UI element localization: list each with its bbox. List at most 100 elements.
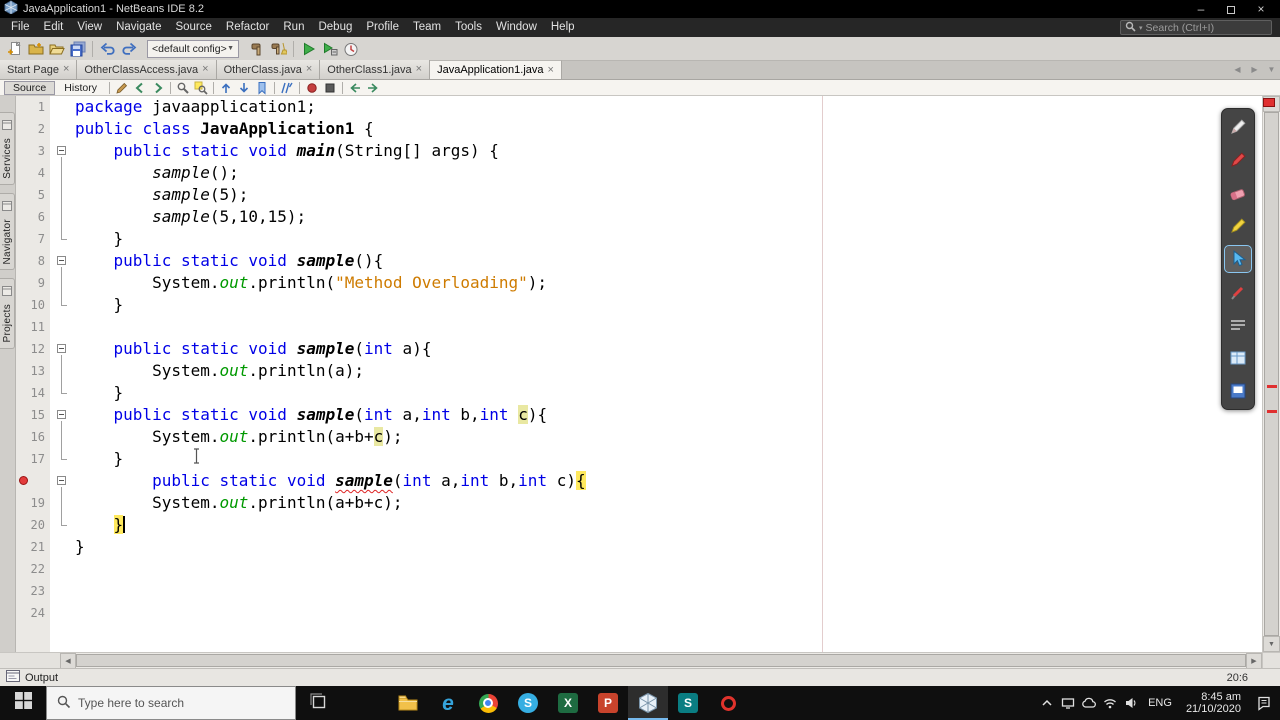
quick-search-box[interactable]: ▾ Search (Ctrl+I) bbox=[1120, 20, 1272, 35]
clean-build-button[interactable] bbox=[268, 39, 289, 59]
horizontal-scrollbar[interactable]: ◀ ▶ bbox=[0, 652, 1280, 669]
scrollbar-thumb[interactable] bbox=[1264, 112, 1279, 636]
fold-marker[interactable] bbox=[50, 404, 75, 426]
menu-refactor[interactable]: Refactor bbox=[219, 18, 276, 37]
sidebar-item-navigator[interactable]: Navigator bbox=[0, 192, 15, 271]
scroll-down-button[interactable]: ▼ bbox=[1263, 636, 1280, 652]
tab-otherclass1-java[interactable]: OtherClass1.java × bbox=[320, 60, 431, 79]
scrollbar-track[interactable] bbox=[1263, 112, 1280, 636]
close-tab-icon[interactable]: × bbox=[416, 64, 422, 75]
fold-marker[interactable] bbox=[50, 338, 75, 360]
macro-start-button[interactable] bbox=[303, 81, 321, 95]
new-file-button[interactable] bbox=[4, 39, 25, 59]
save-all-button[interactable] bbox=[67, 39, 88, 59]
menu-source[interactable]: Source bbox=[168, 18, 218, 37]
scroll-right-button[interactable]: ▶ bbox=[1246, 653, 1262, 669]
menu-tools[interactable]: Tools bbox=[448, 18, 489, 37]
undo-button[interactable] bbox=[97, 39, 118, 59]
redo-button[interactable] bbox=[118, 39, 139, 59]
task-view-button[interactable] bbox=[296, 686, 340, 720]
code-line-4[interactable]: 4 sample(); bbox=[16, 162, 1262, 184]
close-tab-icon[interactable]: × bbox=[63, 64, 69, 75]
menu-view[interactable]: View bbox=[70, 18, 109, 37]
menu-edit[interactable]: Edit bbox=[37, 18, 71, 37]
code-line-12[interactable]: 12 public static void sample(int a){ bbox=[16, 338, 1262, 360]
code-line-1[interactable]: 1 package javaapplication1; bbox=[16, 96, 1262, 118]
back-button[interactable] bbox=[131, 81, 149, 95]
code-line-16[interactable]: 16 System.out.println(a+b+c); bbox=[16, 426, 1262, 448]
fold-marker[interactable] bbox=[50, 470, 75, 492]
draw-tool-button[interactable] bbox=[1225, 114, 1251, 140]
shift-left-button[interactable] bbox=[346, 81, 364, 95]
sidebar-item-projects[interactable]: Projects bbox=[0, 278, 15, 349]
code-line-10[interactable]: 10 } bbox=[16, 294, 1262, 316]
taskbar-app-excel[interactable]: X bbox=[548, 686, 588, 720]
taskbar-app-netbeans[interactable] bbox=[628, 686, 668, 720]
pen-red-tool-button[interactable] bbox=[1225, 147, 1251, 173]
taskbar-app-edge[interactable]: e bbox=[428, 686, 468, 720]
close-button[interactable]: × bbox=[1246, 0, 1276, 18]
output-label[interactable]: Output bbox=[25, 672, 58, 684]
menu-profile[interactable]: Profile bbox=[359, 18, 406, 37]
code-line-6[interactable]: 6 sample(5,10,15); bbox=[16, 206, 1262, 228]
scroll-tabs-right-button[interactable]: ▶ bbox=[1246, 65, 1263, 74]
history-view-button[interactable]: History bbox=[55, 81, 106, 95]
code-line-17[interactable]: 17 } bbox=[16, 448, 1262, 470]
start-button[interactable] bbox=[0, 686, 46, 720]
code-line-20[interactable]: 20 } bbox=[16, 514, 1262, 536]
tab-list-dropdown-button[interactable]: ▼ bbox=[1263, 65, 1280, 74]
highlight-button[interactable] bbox=[192, 81, 210, 95]
display-tray-icon[interactable] bbox=[1057, 696, 1078, 710]
profile-button[interactable] bbox=[340, 39, 361, 59]
code-line-11[interactable]: 11 bbox=[16, 316, 1262, 338]
shift-right-button[interactable] bbox=[364, 81, 382, 95]
code-line-19[interactable]: 19 System.out.println(a+b+c); bbox=[16, 492, 1262, 514]
code-line-18[interactable]: public static void sample(int a,int b,in… bbox=[16, 470, 1262, 492]
eraser-tool-button[interactable] bbox=[1225, 180, 1251, 206]
code-line-5[interactable]: 5 sample(5); bbox=[16, 184, 1262, 206]
minimize-button[interactable]: – bbox=[1186, 0, 1216, 18]
language-indicator[interactable]: ENG bbox=[1141, 697, 1179, 709]
code-line-7[interactable]: 7 } bbox=[16, 228, 1262, 250]
hscrollbar-thumb[interactable] bbox=[76, 654, 1246, 667]
tab-start-page[interactable]: Start Page × bbox=[0, 60, 78, 79]
debug-button[interactable] bbox=[319, 39, 340, 59]
menu-file[interactable]: File bbox=[4, 18, 37, 37]
highlighter-tool-button[interactable] bbox=[1225, 213, 1251, 239]
taskbar-app-file-explorer[interactable] bbox=[388, 686, 428, 720]
tab-otherclass-java[interactable]: OtherClass.java × bbox=[216, 60, 321, 79]
error-stripe-badge[interactable] bbox=[1263, 98, 1275, 107]
toggle-bookmark-button[interactable] bbox=[253, 81, 271, 95]
taskbar-app-powerpoint[interactable]: P bbox=[588, 686, 628, 720]
last-edit-button[interactable] bbox=[113, 81, 131, 95]
error-stripe-mark[interactable] bbox=[1267, 410, 1277, 413]
action-center-button[interactable] bbox=[1248, 695, 1280, 711]
taskbar-clock[interactable]: 8:45 am 21/10/2020 bbox=[1179, 691, 1248, 716]
fold-marker[interactable] bbox=[50, 250, 75, 272]
scroll-left-button[interactable]: ◀ bbox=[60, 653, 76, 669]
code-line-8[interactable]: 8 public static void sample(){ bbox=[16, 250, 1262, 272]
code-line-15[interactable]: 15 public static void sample(int a,int b… bbox=[16, 404, 1262, 426]
close-tab-icon[interactable]: × bbox=[306, 64, 312, 75]
code-line-3[interactable]: 3 public static void main(String[] args)… bbox=[16, 140, 1262, 162]
source-view-button[interactable]: Source bbox=[4, 80, 56, 95]
code-line-13[interactable]: 13 System.out.println(a); bbox=[16, 360, 1262, 382]
close-tab-icon[interactable]: × bbox=[548, 64, 554, 76]
code-line-23[interactable]: 23 bbox=[16, 580, 1262, 602]
network-tray-icon[interactable] bbox=[1099, 696, 1120, 710]
close-tab-icon[interactable]: × bbox=[202, 64, 208, 75]
code-editor[interactable]: 1 package javaapplication1; 2 public class … bbox=[16, 96, 1262, 652]
next-bookmark-button[interactable] bbox=[235, 81, 253, 95]
lines-tool-button[interactable] bbox=[1225, 312, 1251, 338]
onedrive-tray-icon[interactable] bbox=[1078, 696, 1099, 710]
new-project-button[interactable] bbox=[25, 39, 46, 59]
code-line-14[interactable]: 14 } bbox=[16, 382, 1262, 404]
scroll-tabs-left-button[interactable]: ◀ bbox=[1229, 65, 1246, 74]
config-dropdown[interactable]: <default config> ▼ bbox=[147, 39, 239, 58]
code-line-24[interactable]: 24 bbox=[16, 602, 1262, 624]
taskbar-app-app-teal[interactable]: S bbox=[668, 686, 708, 720]
vertical-scrollbar[interactable]: ▲ ▼ bbox=[1262, 96, 1280, 652]
menu-help[interactable]: Help bbox=[544, 18, 582, 37]
code-line-2[interactable]: 2 public class JavaApplication1 { bbox=[16, 118, 1262, 140]
tab-javaapplication1-java[interactable]: JavaApplication1.java × bbox=[430, 60, 562, 79]
